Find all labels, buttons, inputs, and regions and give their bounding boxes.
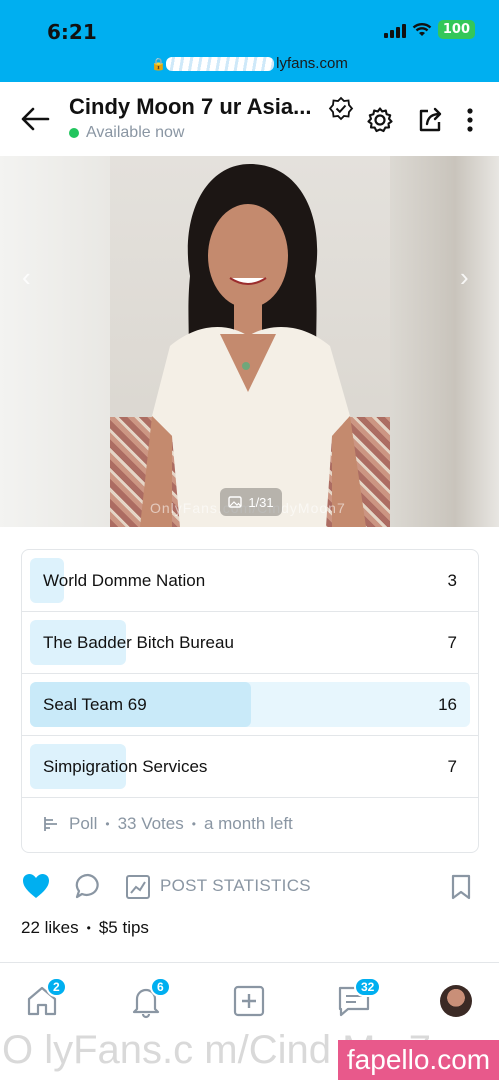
online-dot [69, 128, 79, 138]
browser-url-bar[interactable]: 🔒 lyfans.com [0, 55, 499, 72]
poll-option-label: Simpigration Services [43, 757, 208, 776]
share-icon[interactable] [416, 106, 444, 134]
post-meta: 22 likes • $5 tips [21, 918, 149, 938]
redaction-scribble [166, 57, 275, 72]
poll-time-left: a month left [203, 814, 293, 833]
image-icon [228, 496, 243, 508]
poll-option-label: The Badder Bitch Bureau [43, 633, 234, 652]
home-badge: 2 [46, 977, 67, 997]
status-bar: 6:21 100 🔒 lyfans.com [0, 0, 499, 82]
nav-notifications[interactable]: 6 [128, 977, 171, 1023]
previous-photo-icon[interactable]: ‹ [22, 262, 31, 293]
site-watermark-badge: fapello.com [338, 1040, 499, 1080]
poll-option[interactable]: The Badder Bitch Bureau 7 [22, 612, 478, 674]
separator-dot: • [86, 921, 91, 935]
more-options-icon[interactable] [456, 106, 484, 134]
poll-option-leading[interactable]: Seal Team 69 16 [22, 674, 478, 736]
heart-icon[interactable] [21, 872, 51, 900]
status-time: 6:21 [47, 20, 97, 44]
photo-blurred-left [0, 156, 110, 527]
bookmark-icon[interactable] [450, 874, 472, 900]
poll-option-label: World Domme Nation [43, 571, 206, 590]
poll-card: World Domme Nation 3 The Badder Bitch Bu… [21, 549, 479, 853]
poll-icon [44, 817, 57, 831]
messages-badge: 32 [354, 977, 382, 997]
gear-icon[interactable] [366, 106, 394, 134]
post-actions: POST STATISTICS [0, 868, 499, 908]
add-post-icon [233, 985, 265, 1017]
next-photo-icon[interactable]: › [460, 262, 469, 293]
comment-icon[interactable] [74, 872, 102, 900]
chat-header: Cindy Moon 7 ur Asia... Available now [0, 82, 499, 156]
photo-counter-text: 1/31 [248, 494, 274, 510]
likes-count[interactable]: 22 likes [21, 918, 79, 938]
photo-counter: 1/31 [220, 488, 282, 516]
poll-footer: Poll • 33 Votes • a month left [43, 814, 293, 834]
poll-option-count: 7 [447, 757, 457, 776]
url-text: lyfans.com [276, 55, 348, 72]
wifi-icon [412, 22, 432, 36]
online-status-text: Available now [86, 124, 185, 141]
poll-option-count: 3 [447, 571, 457, 590]
nav-messages[interactable]: 32 [336, 977, 382, 1023]
poll-option[interactable]: World Domme Nation 3 [22, 550, 478, 612]
status-indicators: 100 [383, 20, 475, 39]
poll-option-count: 7 [447, 633, 457, 652]
photo-blurred-right [389, 156, 499, 527]
verified-badge-icon [328, 96, 354, 121]
poll-votes: 33 Votes [117, 814, 184, 833]
poll-option[interactable]: Simpigration Services 7 [22, 736, 478, 798]
back-arrow-icon[interactable] [20, 106, 50, 132]
nav-add-post[interactable] [231, 983, 271, 1023]
notifications-badge: 6 [150, 977, 171, 997]
separator-dot: • [191, 817, 196, 831]
poll-option-count: 16 [438, 695, 457, 714]
poll-option-label: Seal Team 69 [43, 695, 147, 714]
separator-dot: • [105, 817, 110, 831]
page-title[interactable]: Cindy Moon 7 ur Asia... [69, 94, 325, 120]
post-photo[interactable]: ‹ › [0, 156, 499, 527]
person-figure [140, 164, 366, 527]
post-statistics-button[interactable]: POST STATISTICS [160, 876, 311, 896]
photo-main [110, 156, 390, 527]
battery-indicator: 100 [437, 20, 475, 39]
statistics-icon[interactable] [125, 874, 151, 900]
tips-amount[interactable]: $5 tips [99, 918, 149, 938]
lock-icon: 🔒 [151, 57, 167, 71]
profile-avatar[interactable] [440, 985, 472, 1017]
online-status: Available now [69, 124, 184, 142]
poll-type: Poll [69, 814, 98, 833]
nav-home[interactable]: 2 [24, 977, 67, 1023]
cellular-signal-icon [383, 22, 406, 38]
